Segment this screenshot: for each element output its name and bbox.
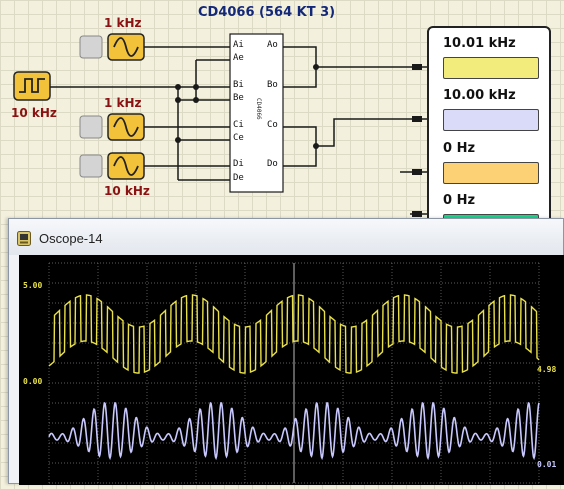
ch1-reading: 4.98 bbox=[537, 365, 557, 374]
meter-2-value: 10.00 kHz bbox=[443, 88, 516, 103]
clock-freq-label: 10 kHz bbox=[11, 106, 57, 120]
meter-1-value: 10.01 kHz bbox=[443, 36, 516, 51]
pin-bo: Bo bbox=[267, 80, 278, 90]
oscilloscope-screen: 5.00 0.00 4.98 0.01 bbox=[19, 255, 564, 485]
meter-3-value: 0 Hz bbox=[443, 141, 476, 156]
pin-ao: Ao bbox=[267, 40, 278, 50]
sine-generator-1[interactable] bbox=[107, 33, 145, 61]
switch-button-3[interactable] bbox=[79, 154, 103, 178]
pin-di: Di bbox=[233, 159, 244, 169]
meter-3-display bbox=[443, 162, 539, 184]
clock-generator[interactable] bbox=[13, 71, 51, 101]
ch2-reading: 0.01 bbox=[537, 460, 557, 469]
chip-name-label: CD4066 bbox=[255, 98, 262, 120]
pin-ce: Ce bbox=[233, 133, 244, 143]
circuit-title: CD4066 (564 KT 3) bbox=[198, 5, 336, 20]
switch-button-1[interactable] bbox=[79, 35, 103, 59]
pin-do: Do bbox=[267, 159, 278, 169]
generator-3-freq-label: 10 kHz bbox=[104, 184, 150, 198]
generator-1-freq-label: 1 kHz bbox=[104, 16, 142, 30]
sine-generator-2[interactable] bbox=[107, 113, 145, 141]
pin-ai: Ai bbox=[233, 40, 244, 50]
generator-2-freq-label: 1 kHz bbox=[104, 96, 142, 110]
pin-be: Be bbox=[233, 93, 244, 103]
switch-button-2[interactable] bbox=[79, 115, 103, 139]
pin-bi: Bi bbox=[233, 80, 244, 90]
oscilloscope-plot bbox=[48, 262, 540, 484]
frequency-meter-panel: 10.01 kHz 10.00 kHz 0 Hz 0 Hz bbox=[427, 26, 551, 236]
pin-ci: Ci bbox=[233, 120, 244, 130]
pin-co: Co bbox=[267, 120, 278, 130]
ch1-bottom-label: 0.00 bbox=[23, 377, 43, 386]
meter-2-display bbox=[443, 109, 539, 131]
meter-1-display bbox=[443, 57, 539, 79]
meter-4-value: 0 Hz bbox=[443, 193, 476, 208]
oscilloscope-window[interactable]: Oscope-14 5.00 0.00 4.98 0.01 bbox=[8, 218, 564, 485]
sine-generator-3[interactable] bbox=[107, 152, 145, 180]
ch1-top-label: 5.00 bbox=[23, 281, 43, 290]
oscilloscope-title: Oscope-14 bbox=[39, 231, 103, 246]
oscilloscope-icon bbox=[17, 231, 31, 246]
pin-ae: Ae bbox=[233, 53, 244, 63]
pin-de: De bbox=[233, 173, 244, 183]
oscilloscope-title-bar[interactable]: Oscope-14 bbox=[9, 219, 563, 255]
